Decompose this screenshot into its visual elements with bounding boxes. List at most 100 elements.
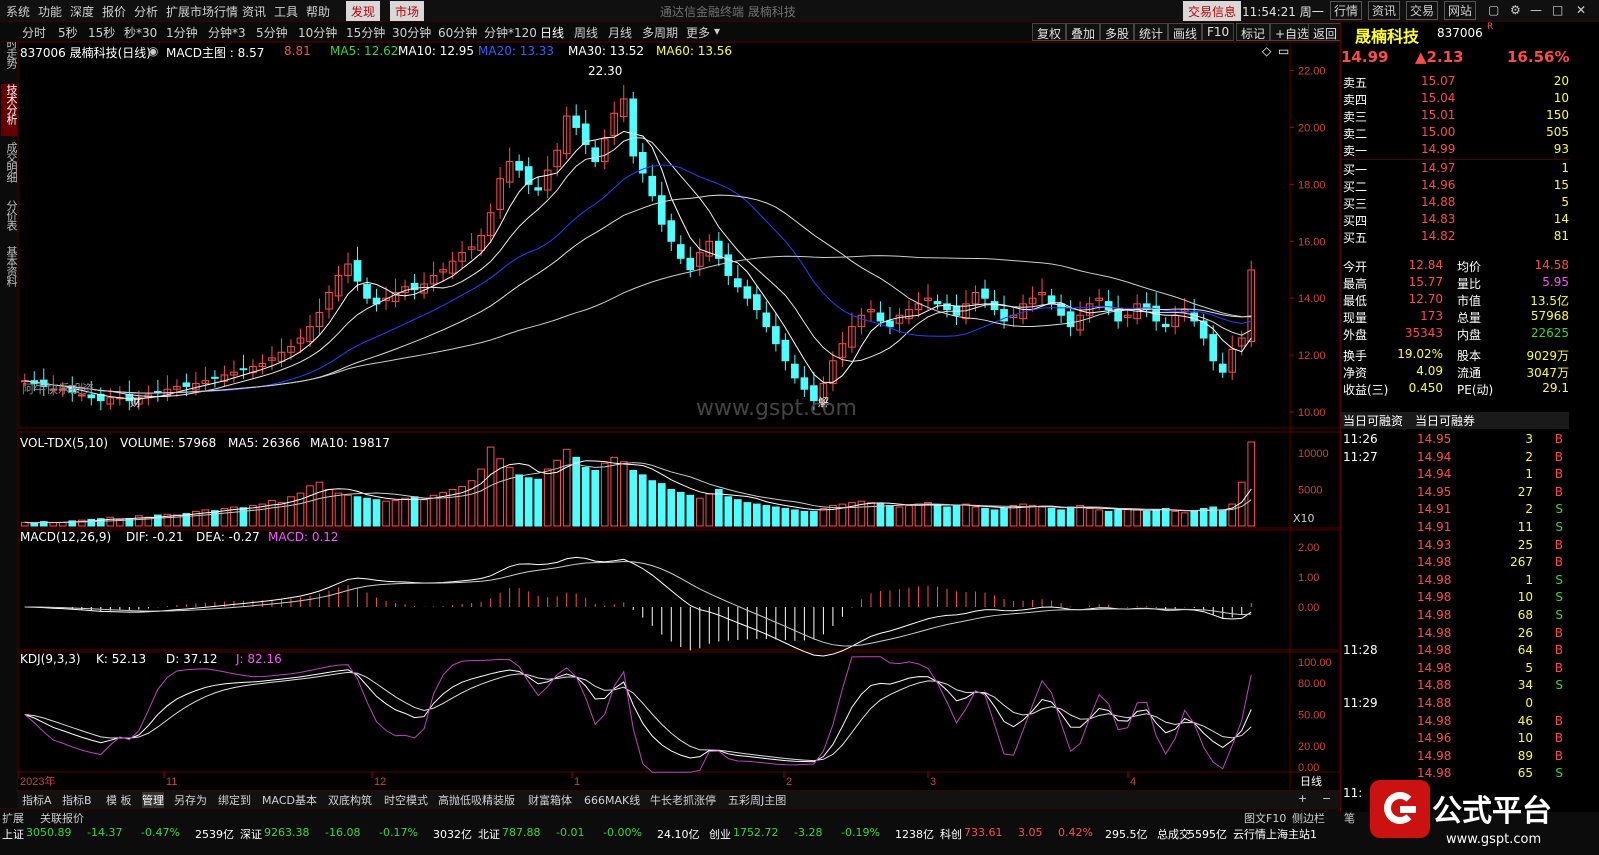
- book-label: 卖二: [1343, 127, 1368, 141]
- stat-value: 29.1: [1542, 381, 1569, 395]
- trade-info-button[interactable]: 交易信息: [1183, 1, 1242, 21]
- tab-666mak[interactable]: 666MAK线: [584, 792, 640, 808]
- remove-icon[interactable]: −: [1322, 792, 1331, 805]
- restore-right-button[interactable]: 复权: [1032, 23, 1067, 41]
- tab-macd-basic[interactable]: MACD基本: [262, 792, 317, 808]
- tab-bind[interactable]: 绑定到: [218, 792, 251, 808]
- menu-item-function[interactable]: 功能: [38, 3, 62, 20]
- f10-button[interactable]: F10: [1202, 23, 1235, 41]
- period-3m[interactable]: 分钟*3: [208, 24, 246, 41]
- bid-row[interactable]: 买五 14.82 81: [1341, 229, 1569, 246]
- volume-bar: [714, 488, 723, 527]
- period-daily[interactable]: 日线: [540, 24, 564, 41]
- book-volume: 15: [1553, 178, 1569, 192]
- tab-tick-detail[interactable]: 成交明细: [1, 142, 18, 194]
- tab-wealth-box[interactable]: 财富箱体: [528, 792, 572, 808]
- back-button[interactable]: 返回: [1308, 23, 1343, 41]
- tab-high-low[interactable]: 高抛低吸精装版: [438, 792, 515, 808]
- menu-item-ext-market[interactable]: 扩展市场行情: [166, 3, 238, 20]
- statistics-button[interactable]: 统计: [1134, 23, 1169, 41]
- trade-tab[interactable]: 交易: [1406, 1, 1439, 20]
- period-monthly[interactable]: 月线: [608, 24, 632, 41]
- volume-bar: [1085, 507, 1094, 527]
- tab-basic-info[interactable]: 基本资料: [1, 246, 18, 298]
- news-tab[interactable]: 资讯: [1368, 1, 1401, 20]
- gear-icon[interactable]: ◉: [148, 44, 158, 58]
- margin-short-tab[interactable]: 当日可融券: [1415, 412, 1475, 429]
- tab-double-bottom[interactable]: 双底构筑: [328, 792, 372, 808]
- bid-row[interactable]: 买二 14.96 15: [1341, 178, 1569, 195]
- ask-row[interactable]: 卖五 15.07 20: [1341, 74, 1569, 91]
- sidebar-button[interactable]: 侧边栏: [1292, 810, 1325, 826]
- period-60m[interactable]: 60分钟: [438, 24, 477, 41]
- website-tab[interactable]: 网站: [1444, 1, 1477, 20]
- period-10m[interactable]: 10分钟: [298, 24, 337, 41]
- menu-item-analysis[interactable]: 分析: [134, 3, 158, 20]
- period-5m[interactable]: 5分钟: [256, 24, 288, 41]
- ask-row[interactable]: 卖四 15.04 10: [1341, 91, 1569, 108]
- chart-canvas[interactable]: 22.0020.0018.0016.0014.0012.0010.0010000…: [18, 42, 1340, 790]
- pen-button[interactable]: 笔: [1344, 810, 1355, 826]
- window-icon[interactable]: ▢: [1488, 3, 1499, 17]
- overlay-button[interactable]: 叠加: [1066, 23, 1101, 41]
- menu-item-system[interactable]: 系统: [6, 3, 30, 20]
- related-quote-button[interactable]: 关联报价: [40, 810, 84, 826]
- menu-item-news[interactable]: 资讯: [242, 3, 266, 20]
- period-15m[interactable]: 15分钟: [346, 24, 385, 41]
- ask-row[interactable]: 卖一 14.99 93: [1341, 142, 1569, 159]
- trade-row: 14.98 68 S: [1341, 608, 1569, 625]
- menu-item-tools[interactable]: 工具: [274, 3, 298, 20]
- tab-manage[interactable]: 管理: [142, 792, 164, 808]
- tab-spacetime[interactable]: 时空模式: [384, 792, 428, 808]
- extend-button[interactable]: 扩展: [2, 810, 24, 826]
- discover-button[interactable]: 发现: [346, 1, 381, 21]
- volume-bar: [401, 497, 409, 527]
- period-intraday[interactable]: 分时: [22, 24, 46, 41]
- multi-stock-button[interactable]: 多股: [1100, 23, 1135, 41]
- period-more[interactable]: 更多: [686, 24, 710, 41]
- minimize-icon[interactable]: —: [1530, 3, 1542, 17]
- tab-save-as[interactable]: 另存为: [174, 792, 207, 808]
- menu-item-quote[interactable]: 报价: [102, 3, 126, 20]
- last-price: 14.99: [1341, 48, 1389, 66]
- close-icon[interactable]: ✕: [1576, 3, 1586, 17]
- ask-row[interactable]: 卖三 15.01 150: [1341, 108, 1569, 125]
- minimize-panel-icon[interactable]: ▭: [1278, 44, 1289, 58]
- tab-technical[interactable]: 技术分析: [1, 84, 18, 136]
- bid-row[interactable]: 买三 14.88 5: [1341, 195, 1569, 212]
- tab-indicator-b[interactable]: 指标B: [62, 792, 92, 808]
- margin-finance-tab[interactable]: 当日可融资: [1343, 412, 1403, 429]
- period-15s[interactable]: 15秒: [88, 24, 115, 41]
- candle-body: [781, 339, 790, 362]
- bid-row[interactable]: 买一 14.97 1: [1341, 161, 1569, 178]
- market-button[interactable]: 市场: [390, 1, 425, 21]
- settings-icon[interactable]: ⚙: [1510, 3, 1521, 17]
- tab-bull-elder[interactable]: 牛长老抓涨停: [650, 792, 716, 808]
- period-30s[interactable]: 秒*30: [124, 24, 157, 41]
- menu-item-depth[interactable]: 深度: [70, 3, 94, 20]
- book-price: 14.97: [1421, 161, 1456, 175]
- mark-button[interactable]: 标记: [1236, 23, 1271, 41]
- candle-body: [657, 195, 666, 225]
- period-30m[interactable]: 30分钟: [392, 24, 431, 41]
- period-5s[interactable]: 5秒: [58, 24, 78, 41]
- settings-diamond-icon[interactable]: ◇: [1262, 44, 1271, 58]
- tab-indicator-a[interactable]: 指标A: [22, 792, 52, 808]
- period-multi[interactable]: 多周期: [642, 24, 678, 41]
- maximize-icon[interactable]: □: [1552, 3, 1563, 17]
- more-arrow-icon[interactable]: ▾: [714, 24, 720, 38]
- f10-graphic-button[interactable]: 图文F10: [1244, 810, 1286, 826]
- period-1m[interactable]: 1分钟: [166, 24, 198, 41]
- add-icon[interactable]: +: [1298, 792, 1307, 805]
- menu-item-help[interactable]: 帮助: [306, 3, 330, 20]
- ask-row[interactable]: 卖二 15.00 505: [1341, 125, 1569, 142]
- period-weekly[interactable]: 周线: [574, 24, 598, 41]
- tab-five-color[interactable]: 五彩周J主图: [728, 792, 786, 808]
- tab-price-table[interactable]: 分价表: [1, 200, 18, 240]
- tab-template[interactable]: 模 板: [106, 792, 132, 808]
- code-name: 837006 晟楠科技(日线): [20, 46, 151, 60]
- period-120m[interactable]: 分钟*120: [484, 24, 537, 41]
- bid-row[interactable]: 买四 14.83 14: [1341, 212, 1569, 229]
- market-tab[interactable]: 行情: [1330, 1, 1363, 20]
- draw-line-button[interactable]: 画线: [1168, 23, 1203, 41]
